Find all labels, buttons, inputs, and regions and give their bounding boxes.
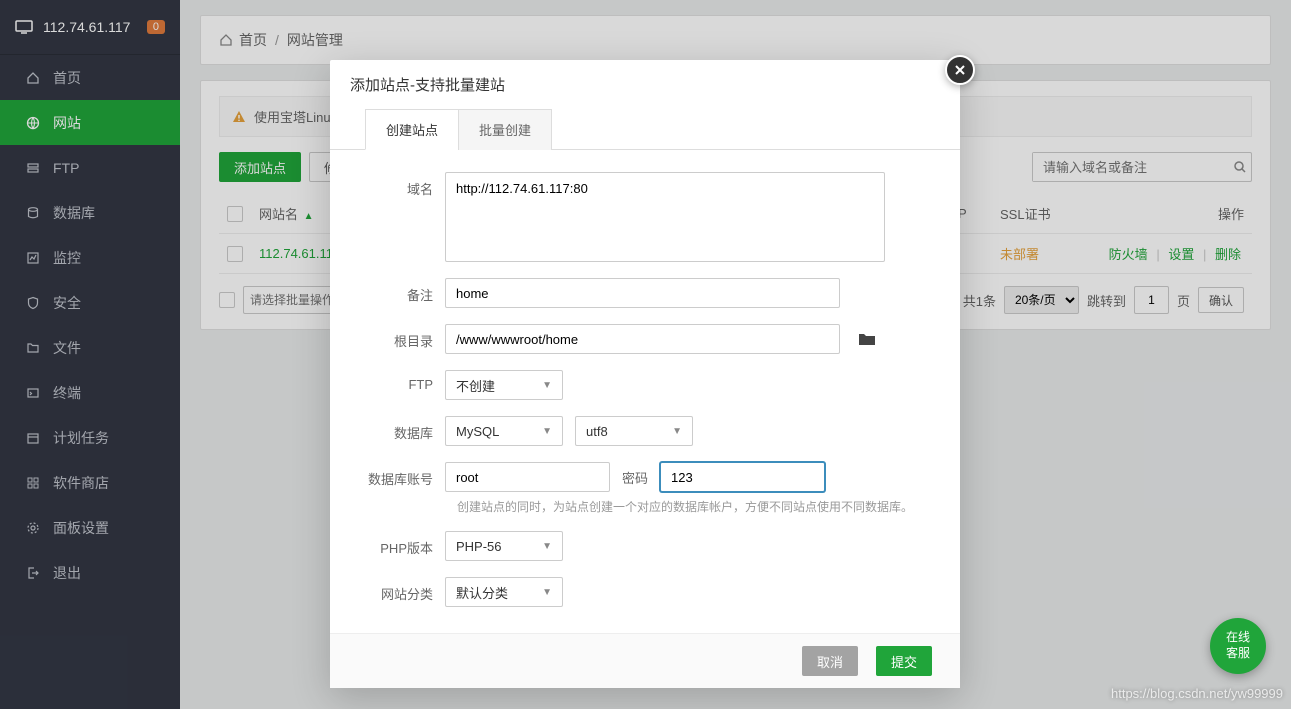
close-icon[interactable]: [945, 55, 975, 85]
add-site-modal: 添加站点-支持批量建站 创建站点 批量创建 域名 http://112.74.6…: [330, 60, 960, 688]
label-php-version: PHP版本: [365, 531, 445, 557]
php-version-select[interactable]: PHP-56▼: [445, 531, 563, 561]
submit-button[interactable]: 提交: [876, 646, 932, 676]
label-category: 网站分类: [365, 577, 445, 603]
modal-body: 域名 http://112.74.61.117:80 备注 根目录 FTP 不创…: [330, 150, 960, 633]
modal-footer: 取消 提交: [330, 633, 960, 688]
chevron-down-icon: ▼: [542, 541, 552, 552]
chevron-down-icon: ▼: [542, 587, 552, 598]
modal-title: 添加站点-支持批量建站: [330, 60, 960, 109]
chevron-down-icon: ▼: [672, 426, 682, 437]
ftp-select[interactable]: 不创建▼: [445, 370, 563, 400]
label-database: 数据库: [365, 416, 445, 442]
label-password: 密码: [622, 468, 648, 487]
label-root: 根目录: [365, 324, 445, 350]
chevron-down-icon: ▼: [542, 426, 552, 437]
db-account-input[interactable]: [445, 462, 610, 492]
domain-textarea[interactable]: http://112.74.61.117:80: [445, 172, 885, 262]
tab-create-site[interactable]: 创建站点: [365, 109, 459, 150]
label-ftp: FTP: [365, 370, 445, 392]
db-password-input[interactable]: [660, 462, 825, 492]
database-select[interactable]: MySQL▼: [445, 416, 563, 446]
tab-batch-create[interactable]: 批量创建: [458, 109, 552, 150]
folder-browse-icon[interactable]: [858, 332, 876, 346]
db-hint-text: 创建站点的同时，为站点创建一个对应的数据库帐户，方便不同站点使用不同数据库。: [457, 498, 925, 515]
charset-select[interactable]: utf8▼: [575, 416, 693, 446]
label-note: 备注: [365, 278, 445, 304]
cancel-button[interactable]: 取消: [802, 646, 858, 676]
label-db-account: 数据库账号: [365, 462, 445, 488]
root-input[interactable]: [445, 324, 840, 354]
chevron-down-icon: ▼: [542, 380, 552, 391]
modal-tabs: 创建站点 批量创建: [330, 109, 960, 150]
category-select[interactable]: 默认分类▼: [445, 577, 563, 607]
note-input[interactable]: [445, 278, 840, 308]
watermark: https://blog.csdn.net/yw99999: [1111, 686, 1283, 701]
online-help-button[interactable]: 在线 客服: [1210, 618, 1266, 674]
label-domain: 域名: [365, 172, 445, 198]
